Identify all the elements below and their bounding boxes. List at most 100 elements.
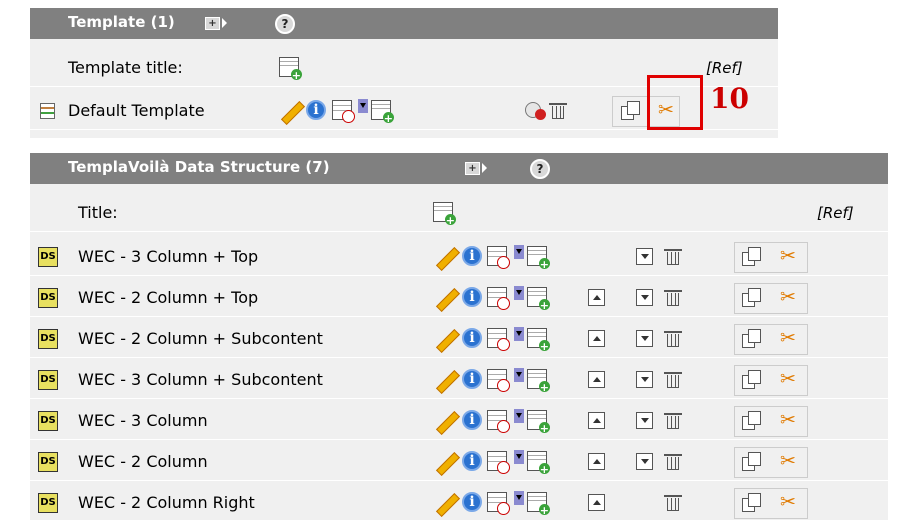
expand-arrow-icon[interactable] xyxy=(482,163,487,173)
move-up-icon[interactable] xyxy=(588,371,605,388)
delete-trash-icon[interactable] xyxy=(663,451,683,471)
history-icon[interactable] xyxy=(487,246,510,269)
data-structure-icon[interactable]: DS xyxy=(38,329,58,349)
delete-trash-icon[interactable] xyxy=(663,328,683,348)
cut-scissors-icon[interactable]: ✂ xyxy=(778,492,798,512)
copy-icon[interactable] xyxy=(742,410,764,430)
info-icon[interactable]: i xyxy=(462,492,482,512)
data-structure-icon[interactable]: DS xyxy=(38,247,58,267)
new-record-after-icon[interactable] xyxy=(527,410,550,435)
edit-pencil-icon[interactable] xyxy=(433,410,457,432)
ds-row-title: WEC - 2 Column Right xyxy=(78,493,255,512)
copy-icon[interactable] xyxy=(742,492,764,512)
delete-trash-icon[interactable] xyxy=(663,492,683,512)
move-after-icon[interactable] xyxy=(514,286,524,300)
history-icon[interactable] xyxy=(487,492,510,515)
edit-pencil-icon[interactable] xyxy=(433,246,457,268)
move-down-icon[interactable] xyxy=(636,289,653,306)
move-after-icon[interactable] xyxy=(514,368,524,382)
help-icon[interactable]: ? xyxy=(530,159,550,179)
history-icon[interactable] xyxy=(487,451,510,474)
cut-scissors-icon[interactable]: ✂ xyxy=(778,328,798,348)
copy-icon[interactable] xyxy=(621,100,643,120)
delete-trash-icon[interactable] xyxy=(663,410,683,430)
move-after-icon[interactable] xyxy=(514,327,524,341)
data-structure-icon[interactable]: DS xyxy=(38,452,58,472)
move-down-icon[interactable] xyxy=(636,248,653,265)
move-up-icon[interactable] xyxy=(588,289,605,306)
new-record-after-icon[interactable] xyxy=(527,451,550,476)
new-record-after-icon[interactable] xyxy=(527,246,550,271)
info-icon[interactable]: i xyxy=(462,328,482,348)
ds-row-title: WEC - 2 Column + Subcontent xyxy=(78,329,323,348)
delete-trash-icon[interactable] xyxy=(663,287,683,307)
new-record-after-icon[interactable] xyxy=(371,100,394,125)
copy-icon[interactable] xyxy=(742,287,764,307)
expand-icon[interactable]: + xyxy=(205,17,220,30)
copy-icon[interactable] xyxy=(742,246,764,266)
cut-scissors-icon[interactable]: ✂ xyxy=(778,369,798,389)
hide-icon[interactable] xyxy=(525,100,549,120)
data-structure-icon[interactable]: DS xyxy=(38,493,58,513)
ds-row-title: WEC - 2 Column + Top xyxy=(78,288,259,307)
copy-icon[interactable] xyxy=(742,369,764,389)
move-after-icon[interactable] xyxy=(514,409,524,423)
info-icon[interactable]: i xyxy=(306,100,326,120)
move-after-icon[interactable] xyxy=(514,491,524,505)
copy-icon[interactable] xyxy=(742,451,764,471)
template-row-title: Default Template xyxy=(68,101,205,120)
new-record-after-icon[interactable] xyxy=(527,492,550,517)
new-record-after-icon[interactable] xyxy=(527,328,550,353)
move-after-icon[interactable] xyxy=(514,245,524,259)
move-down-icon[interactable] xyxy=(636,453,653,470)
history-icon[interactable] xyxy=(487,410,510,433)
template-icon[interactable] xyxy=(40,103,55,119)
info-icon[interactable]: i xyxy=(462,369,482,389)
edit-pencil-icon[interactable] xyxy=(433,328,457,350)
delete-trash-icon[interactable] xyxy=(663,246,683,266)
help-icon[interactable]: ? xyxy=(275,14,295,34)
history-icon[interactable] xyxy=(487,328,510,351)
move-down-icon[interactable] xyxy=(636,412,653,429)
new-record-after-icon[interactable] xyxy=(527,369,550,394)
new-record-icon[interactable] xyxy=(279,57,302,82)
move-up-icon[interactable] xyxy=(588,412,605,429)
template-title-label: Template title: xyxy=(68,58,183,77)
info-icon[interactable]: i xyxy=(462,287,482,307)
info-icon[interactable]: i xyxy=(462,410,482,430)
history-icon[interactable] xyxy=(332,100,355,123)
new-record-icon[interactable] xyxy=(433,202,456,227)
expand-icon[interactable]: + xyxy=(465,162,480,175)
edit-pencil-icon[interactable] xyxy=(433,369,457,391)
copy-icon[interactable] xyxy=(742,328,764,348)
ds-row: DS WEC - 2 Column i ✂ xyxy=(30,444,888,481)
new-record-after-icon[interactable] xyxy=(527,287,550,312)
history-icon[interactable] xyxy=(487,287,510,310)
move-down-icon[interactable] xyxy=(636,371,653,388)
ds-title-row: Title: [Ref] xyxy=(30,195,888,232)
cut-scissors-icon[interactable]: ✂ xyxy=(778,287,798,307)
delete-trash-icon[interactable] xyxy=(548,100,568,120)
edit-pencil-icon[interactable] xyxy=(433,492,457,514)
delete-trash-icon[interactable] xyxy=(663,369,683,389)
cut-scissors-icon[interactable]: ✂ xyxy=(778,410,798,430)
annotation-highlight-box xyxy=(647,75,703,130)
expand-arrow-icon[interactable] xyxy=(222,18,227,28)
info-icon[interactable]: i xyxy=(462,246,482,266)
data-structure-icon[interactable]: DS xyxy=(38,411,58,431)
move-after-icon[interactable] xyxy=(514,450,524,464)
move-down-icon[interactable] xyxy=(636,330,653,347)
info-icon[interactable]: i xyxy=(462,451,482,471)
cut-scissors-icon[interactable]: ✂ xyxy=(778,246,798,266)
move-up-icon[interactable] xyxy=(588,494,605,511)
edit-pencil-icon[interactable] xyxy=(278,100,302,122)
data-structure-icon[interactable]: DS xyxy=(38,370,58,390)
edit-pencil-icon[interactable] xyxy=(433,287,457,309)
history-icon[interactable] xyxy=(487,369,510,392)
move-up-icon[interactable] xyxy=(588,330,605,347)
edit-pencil-icon[interactable] xyxy=(433,451,457,473)
move-after-icon[interactable] xyxy=(358,99,368,113)
move-up-icon[interactable] xyxy=(588,453,605,470)
data-structure-icon[interactable]: DS xyxy=(38,288,58,308)
cut-scissors-icon[interactable]: ✂ xyxy=(778,451,798,471)
